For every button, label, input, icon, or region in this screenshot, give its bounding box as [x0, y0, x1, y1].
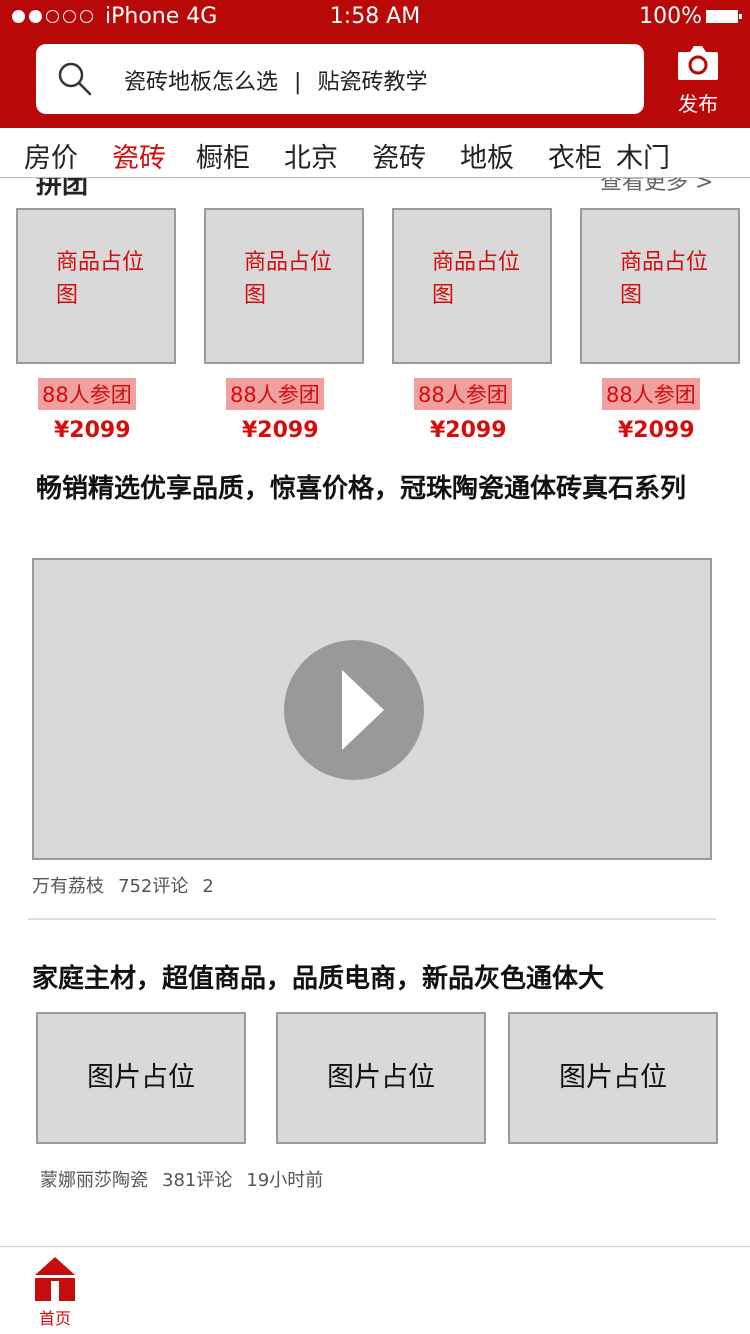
- article-comments[interactable]: 381评论: [162, 1170, 232, 1191]
- article-title[interactable]: 家庭主材，超值商品，品质电商，新品灰色通体大: [32, 958, 604, 995]
- article-extra: 2: [202, 876, 214, 897]
- participants-badge: 88人参团: [226, 378, 324, 410]
- group-buy-header: 拼团 查看更多 >: [0, 178, 750, 200]
- product-thumbnail-label: 商品占位图: [56, 250, 145, 308]
- search-hint-right[interactable]: 贴瓷砖教学: [317, 70, 427, 95]
- category-tab[interactable]: 衣柜: [548, 136, 602, 175]
- view-more-link[interactable]: 查看更多 >: [600, 178, 713, 196]
- search-hints[interactable]: 瓷砖地板怎么选 | 贴瓷砖教学: [124, 64, 427, 96]
- category-nav: 房价 瓷砖 橱柜 北京 瓷砖 地板 衣柜 木门: [0, 128, 750, 178]
- product-thumbnail-label: 商品占位图: [244, 250, 333, 308]
- tab-home[interactable]: 首页: [30, 1255, 80, 1329]
- publish-button[interactable]: 发布: [668, 44, 728, 118]
- group-buy-title: 拼团: [36, 178, 89, 200]
- product-thumbnail[interactable]: 商品占位图: [204, 208, 364, 364]
- product-thumbnail[interactable]: 商品占位图: [580, 208, 740, 364]
- product-thumbnail-label: 商品占位图: [620, 250, 709, 308]
- tab-home-label: 首页: [38, 1309, 71, 1328]
- participants-badge: 88人参团: [414, 378, 512, 410]
- product-thumbnail-label: 商品占位图: [432, 250, 521, 308]
- participants-badge: 88人参团: [38, 378, 136, 410]
- clock: 1:58 AM: [329, 4, 421, 29]
- category-tab[interactable]: 地板: [460, 136, 514, 175]
- status-bar: iPhone 4G 1:58 AM 100%: [0, 0, 750, 36]
- article-author[interactable]: 蒙娜丽莎陶瓷: [40, 1170, 148, 1191]
- product-price: ¥2099: [54, 418, 131, 443]
- header: iPhone 4G 1:58 AM 100% 瓷砖地板怎么选 | 贴瓷砖教学 发布: [0, 0, 750, 128]
- category-tab[interactable]: 橱柜: [196, 136, 250, 175]
- category-tab[interactable]: 木门: [616, 136, 670, 175]
- product-card[interactable]: 商品占位图 88人参团 ¥2099: [16, 208, 176, 443]
- article-meta: 万有荔枝 752评论 2: [32, 872, 228, 898]
- search-bar[interactable]: 瓷砖地板怎么选 | 贴瓷砖教学: [36, 44, 644, 114]
- home-icon: [35, 1257, 75, 1301]
- product-card[interactable]: 商品占位图 88人参团 ¥2099: [392, 208, 552, 443]
- camera-icon: [678, 46, 718, 80]
- category-tab[interactable]: 瓷砖: [372, 136, 426, 175]
- battery-percent: 100%: [639, 4, 702, 29]
- divider: [28, 918, 716, 920]
- category-tab[interactable]: 房价: [24, 136, 78, 175]
- tab-bar: 首页: [0, 1246, 750, 1334]
- image-placeholder[interactable]: 图片占位: [276, 1012, 486, 1144]
- video-player[interactable]: [32, 558, 712, 860]
- product-card[interactable]: 商品占位图 88人参团 ¥2099: [204, 208, 364, 443]
- product-price: ¥2099: [430, 418, 507, 443]
- product-price: ¥2099: [242, 418, 319, 443]
- article-comments[interactable]: 752评论: [118, 876, 188, 897]
- category-tab-active[interactable]: 瓷砖: [112, 136, 166, 175]
- participants-badge: 88人参团: [602, 378, 700, 410]
- category-tab[interactable]: 北京: [284, 136, 338, 175]
- article-time: 19小时前: [246, 1170, 324, 1191]
- publish-label: 发布: [678, 92, 718, 116]
- product-card[interactable]: 商品占位图 88人参团 ¥2099: [580, 208, 740, 443]
- search-icon: [58, 62, 92, 96]
- battery-icon: [706, 10, 742, 23]
- product-thumbnail[interactable]: 商品占位图: [16, 208, 176, 364]
- product-thumbnail[interactable]: 商品占位图: [392, 208, 552, 364]
- article-title[interactable]: 畅销精选优享品质，惊喜价格，冠珠陶瓷通体砖真石系列: [36, 470, 716, 508]
- image-placeholder[interactable]: 图片占位: [36, 1012, 246, 1144]
- product-price: ¥2099: [618, 418, 695, 443]
- article-author[interactable]: 万有荔枝: [32, 876, 104, 897]
- image-placeholder[interactable]: 图片占位: [508, 1012, 718, 1144]
- play-icon[interactable]: [284, 640, 424, 780]
- article-meta: 蒙娜丽莎陶瓷 381评论 19小时前: [40, 1166, 337, 1192]
- search-separator: |: [294, 70, 302, 95]
- search-hint-left[interactable]: 瓷砖地板怎么选: [124, 70, 278, 95]
- battery-status: 100%: [639, 4, 742, 29]
